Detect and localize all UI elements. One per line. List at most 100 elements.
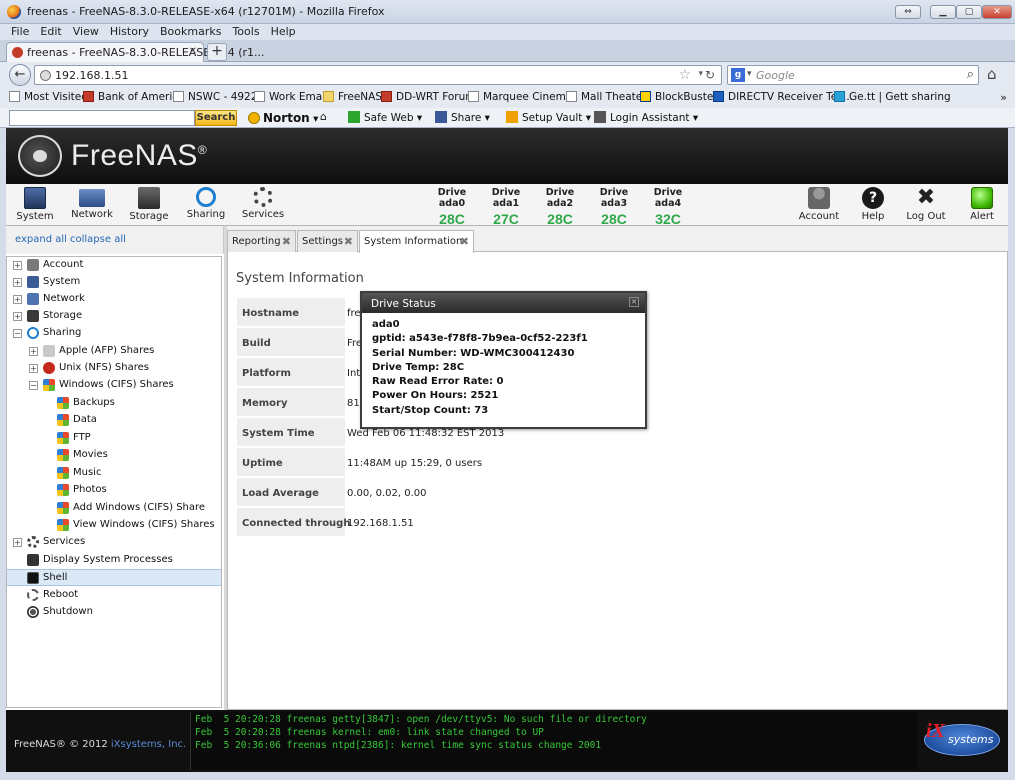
- drive-temp-ada0[interactable]: Drive ada0 28C: [426, 187, 478, 227]
- bookmark-gett[interactable]: Ge.tt | Gett sharing: [834, 91, 951, 103]
- tree-item-cifs-shares[interactable]: − Windows (CIFS) Shares: [7, 377, 221, 394]
- reload-icon[interactable]: ↻: [705, 68, 715, 82]
- expand-icon[interactable]: +: [13, 312, 22, 321]
- page-icon: [173, 91, 184, 102]
- bookmark-directv[interactable]: DIRECTV Receiver Tec...: [713, 91, 853, 103]
- norton-brand-button[interactable]: Norton ▾: [248, 111, 318, 125]
- bookmark-freenas[interactable]: FreeNAS: [323, 91, 382, 103]
- menu-bookmarks[interactable]: Bookmarks: [160, 24, 221, 40]
- browser-tab-freenas[interactable]: freenas - FreeNAS-8.3.0-RELEASE-x64 (r1.…: [6, 42, 265, 62]
- menu-tools[interactable]: Tools: [232, 24, 259, 40]
- bookmarks-overflow-icon[interactable]: »: [1000, 91, 1007, 104]
- tree-item-account[interactable]: + Account: [7, 257, 221, 274]
- tree-item-add-cifs-share[interactable]: Add Windows (CIFS) Share: [7, 500, 221, 517]
- tree-item-share-photos[interactable]: Photos: [7, 482, 221, 499]
- search-bar[interactable]: g ▾ Google ⌕: [727, 65, 979, 85]
- menu-file[interactable]: File: [11, 24, 29, 40]
- storage-button[interactable]: Storage: [126, 186, 172, 222]
- bookmark-most-visited[interactable]: Most Visited: [9, 91, 88, 103]
- ixsystems-link[interactable]: iXsystems, Inc.: [111, 739, 186, 750]
- drive-status-title[interactable]: Drive Status: [362, 293, 645, 313]
- drive-temp-ada1[interactable]: Drive ada1 27C: [480, 187, 532, 227]
- menu-history[interactable]: History: [110, 24, 149, 40]
- bookmark-work-email[interactable]: Work Email: [254, 91, 328, 103]
- close-window-button[interactable]: ✕: [982, 5, 1012, 19]
- expand-icon[interactable]: +: [29, 364, 38, 373]
- minimize-button[interactable]: ▁: [930, 5, 956, 19]
- tree-item-shutdown[interactable]: Shutdown: [7, 604, 221, 621]
- close-popup-icon[interactable]: ✕: [629, 297, 639, 307]
- tree-item-share-data[interactable]: Data: [7, 412, 221, 429]
- drive-temp-ada3[interactable]: Drive ada3 28C: [588, 187, 640, 227]
- bookmark-mall-theater[interactable]: Mall Theater: [566, 91, 647, 103]
- tree-item-network[interactable]: + Network: [7, 291, 221, 308]
- sharing-button[interactable]: Sharing: [182, 186, 230, 220]
- new-tab-button[interactable]: +: [207, 43, 227, 61]
- tree-item-view-cifs-shares[interactable]: View Windows (CIFS) Shares: [7, 517, 221, 534]
- norton-search-input[interactable]: [9, 110, 195, 126]
- drive-temp-ada2[interactable]: Drive ada2 28C: [534, 187, 586, 227]
- expand-icon[interactable]: +: [13, 295, 22, 304]
- bookmark-marquee-cinemas[interactable]: Marquee Cinemas: [468, 91, 578, 103]
- close-tab-icon[interactable]: ✖: [282, 235, 291, 248]
- tree-item-sharing[interactable]: − Sharing: [7, 325, 221, 342]
- close-tab-icon[interactable]: ✕: [189, 46, 197, 57]
- menu-help[interactable]: Help: [271, 24, 296, 40]
- search-engine-dropdown-icon[interactable]: ▾: [747, 69, 752, 79]
- tab-system-information[interactable]: System Information ✖: [359, 230, 474, 253]
- google-icon[interactable]: g: [731, 68, 745, 82]
- tree-item-shell[interactable]: Shell: [7, 569, 221, 586]
- drive-temp-ada4[interactable]: Drive ada4 32C: [642, 187, 694, 227]
- tree-item-afp-shares[interactable]: + Apple (AFP) Shares: [7, 343, 221, 360]
- norton-login-assistant-button[interactable]: Login Assistant ▾: [594, 111, 698, 124]
- expand-icon[interactable]: +: [29, 347, 38, 356]
- help-button[interactable]: ? Help: [854, 186, 892, 222]
- expand-icon[interactable]: +: [13, 261, 22, 270]
- norton-share-button[interactable]: Share ▾: [435, 111, 490, 124]
- tree-item-services[interactable]: + Services: [7, 534, 221, 551]
- menu-edit[interactable]: Edit: [40, 24, 61, 40]
- norton-home-icon[interactable]: ⌂: [320, 111, 327, 123]
- tree-item-share-ftp[interactable]: FTP: [7, 430, 221, 447]
- norton-setup-vault-button[interactable]: Setup Vault ▾: [506, 111, 591, 124]
- tree-item-storage[interactable]: + Storage: [7, 308, 221, 325]
- collapse-icon[interactable]: −: [13, 329, 22, 338]
- restore-tab-icon[interactable]: ⇔: [895, 5, 921, 19]
- search-icon[interactable]: ⌕: [967, 67, 974, 82]
- alert-button[interactable]: Alert: [962, 186, 1002, 222]
- tree-item-share-movies[interactable]: Movies: [7, 447, 221, 464]
- history-dropdown-icon[interactable]: ▾: [698, 69, 703, 79]
- collapse-icon[interactable]: −: [29, 381, 38, 390]
- bookmark-star-icon[interactable]: ☆: [678, 67, 691, 83]
- back-button[interactable]: ←: [9, 64, 31, 86]
- home-icon[interactable]: ⌂: [987, 65, 997, 83]
- bookmark-blockbuster[interactable]: BlockBuster: [640, 91, 718, 103]
- close-tab-icon[interactable]: ✖: [460, 235, 469, 248]
- tree-item-share-music[interactable]: Music: [7, 465, 221, 482]
- tree-item-display-processes[interactable]: Display System Processes: [7, 552, 221, 569]
- tree-item-nfs-shares[interactable]: + Unix (NFS) Shares: [7, 360, 221, 377]
- services-button[interactable]: Services: [239, 186, 287, 220]
- expand-all-link[interactable]: expand all: [15, 234, 67, 245]
- bookmark-dd-wrt-forum[interactable]: DD-WRT Forum: [381, 91, 476, 103]
- collapse-all-link[interactable]: collapse all: [70, 234, 126, 245]
- norton-search-button[interactable]: Search: [195, 110, 237, 126]
- network-button[interactable]: Network: [67, 186, 117, 220]
- bookmark-bank-of-america[interactable]: Bank of America: [83, 91, 184, 103]
- tree-item-system[interactable]: + System: [7, 274, 221, 291]
- tab-reporting[interactable]: Reporting ✖: [227, 230, 296, 252]
- menu-view[interactable]: View: [73, 24, 99, 40]
- norton-safe-web-button[interactable]: Safe Web ▾: [348, 111, 422, 124]
- expand-icon[interactable]: +: [13, 278, 22, 287]
- address-bar[interactable]: 192.168.1.51 ☆ ▾ ↻: [34, 65, 722, 85]
- tree-item-share-backups[interactable]: Backups: [7, 395, 221, 412]
- bookmark-nswc[interactable]: NSWC - 49223: [173, 91, 264, 103]
- system-button[interactable]: System: [12, 186, 58, 222]
- maximize-button[interactable]: ▢: [956, 5, 982, 19]
- tree-item-reboot[interactable]: Reboot: [7, 587, 221, 604]
- account-button[interactable]: Account: [795, 186, 843, 222]
- expand-icon[interactable]: +: [13, 538, 22, 547]
- close-tab-icon[interactable]: ✖: [344, 235, 353, 248]
- log-out-button[interactable]: ✖ Log Out: [903, 186, 949, 223]
- tab-settings[interactable]: Settings ✖: [297, 230, 358, 252]
